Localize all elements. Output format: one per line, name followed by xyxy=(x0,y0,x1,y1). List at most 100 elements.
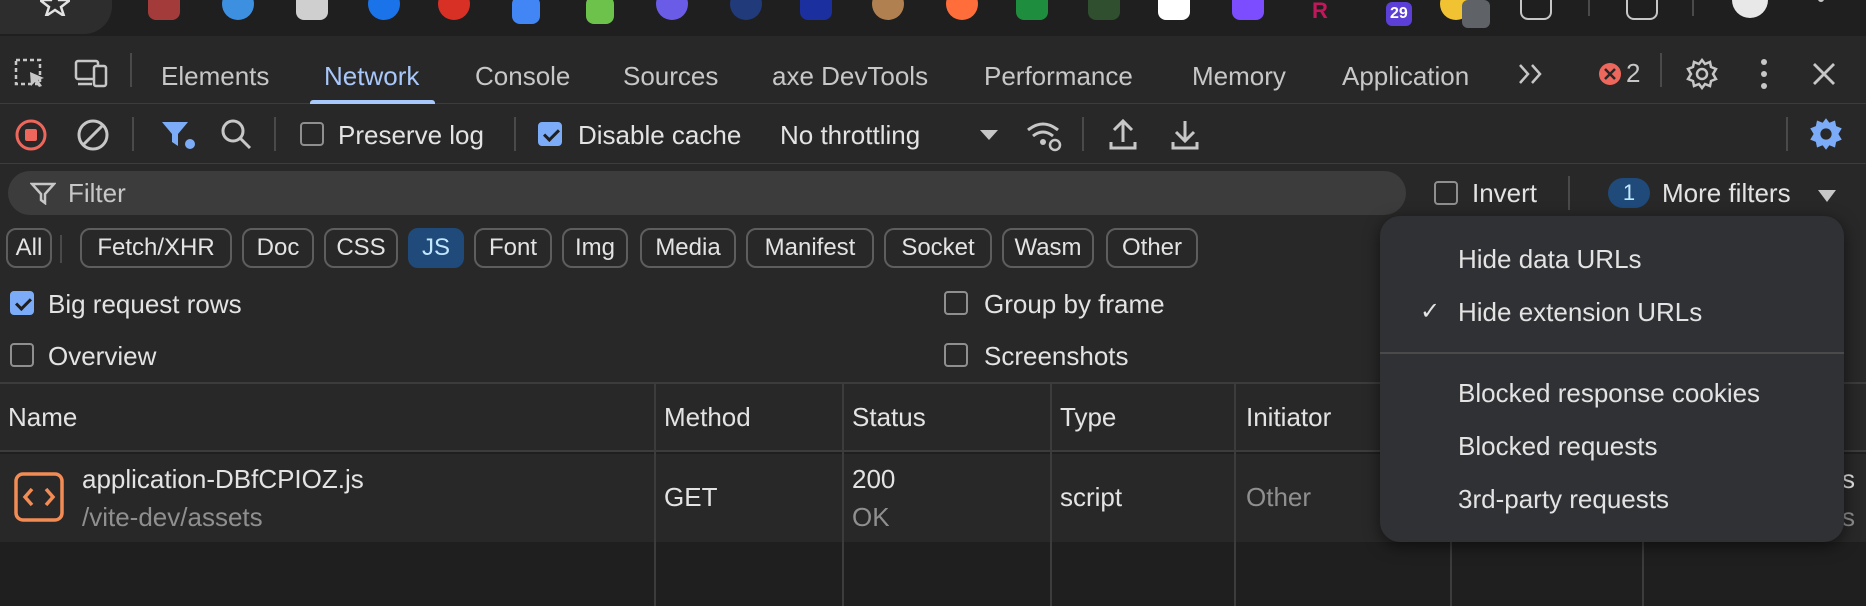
script-file-icon xyxy=(14,472,64,522)
chip-wasm[interactable]: Wasm xyxy=(1002,228,1094,268)
column-header-type[interactable]: Type xyxy=(1060,402,1116,432)
chip-all[interactable]: All xyxy=(6,228,52,268)
chip-font[interactable]: Font xyxy=(474,228,552,268)
tab-application[interactable]: Application xyxy=(1342,36,1469,104)
tab-axe-devtools[interactable]: axe DevTools xyxy=(772,36,928,104)
search-icon[interactable] xyxy=(220,118,252,152)
reading-list-icon[interactable] xyxy=(1626,0,1658,20)
menu-item-third-party-requests[interactable]: 3rd-party requests xyxy=(1458,484,1669,514)
chip-doc[interactable]: Doc xyxy=(242,228,314,268)
extension-icon[interactable] xyxy=(1088,0,1120,20)
chip-fetch-xhr[interactable]: Fetch/XHR xyxy=(80,228,232,268)
chip-socket[interactable]: Socket xyxy=(884,228,992,268)
divider xyxy=(1588,0,1590,16)
preserve-log-label[interactable]: Preserve log xyxy=(338,120,484,150)
column-divider[interactable] xyxy=(1234,384,1236,606)
column-header-initiator[interactable]: Initiator xyxy=(1246,402,1331,432)
menu-item-hide-data-urls[interactable]: Hide data URLs xyxy=(1458,244,1642,274)
invert-checkbox[interactable] xyxy=(1434,181,1458,205)
error-count[interactable]: 2 xyxy=(1626,58,1640,88)
extension-icon[interactable] xyxy=(656,0,688,20)
tab-elements[interactable]: Elements xyxy=(161,36,269,104)
chip-media[interactable]: Media xyxy=(640,228,736,268)
extension-icon[interactable] xyxy=(586,0,614,24)
extension-icon[interactable]: R xyxy=(1304,0,1336,23)
extension-icon[interactable] xyxy=(296,0,328,20)
extension-icon[interactable] xyxy=(222,0,254,20)
chevron-down-icon[interactable] xyxy=(1818,190,1836,202)
extension-icon[interactable] xyxy=(800,0,832,20)
clear-icon[interactable] xyxy=(76,118,110,152)
throttling-select[interactable]: No throttling xyxy=(780,120,920,150)
kebab-menu-icon[interactable] xyxy=(1818,0,1824,2)
extensions-puzzle-icon[interactable] xyxy=(1520,0,1552,20)
tab-sources[interactable]: Sources xyxy=(623,36,718,104)
column-divider[interactable] xyxy=(1050,384,1052,606)
chip-other[interactable]: Other xyxy=(1106,228,1198,268)
extension-icon[interactable] xyxy=(946,0,978,20)
error-icon[interactable] xyxy=(1598,62,1622,86)
column-divider[interactable] xyxy=(842,384,844,606)
screenshots-checkbox[interactable] xyxy=(944,343,968,367)
big-request-rows-label[interactable]: Big request rows xyxy=(48,289,242,319)
extension-icon[interactable] xyxy=(438,0,470,20)
network-conditions-icon[interactable] xyxy=(1026,118,1062,152)
extension-icon[interactable] xyxy=(730,0,762,20)
big-request-rows-checkbox[interactable] xyxy=(10,291,34,315)
divider xyxy=(132,117,134,151)
column-header-status[interactable]: Status xyxy=(852,402,926,432)
import-har-icon[interactable] xyxy=(1108,118,1138,152)
disable-cache-label[interactable]: Disable cache xyxy=(578,120,741,150)
preserve-log-checkbox[interactable] xyxy=(300,122,324,146)
extension-icon[interactable] xyxy=(1016,0,1048,20)
chip-css[interactable]: CSS xyxy=(324,228,398,268)
menu-item-hide-extension-urls[interactable]: Hide extension URLs xyxy=(1458,297,1702,327)
tab-memory[interactable]: Memory xyxy=(1192,36,1286,104)
chip-manifest[interactable]: Manifest xyxy=(746,228,874,268)
extension-icon[interactable] xyxy=(148,0,180,20)
more-filters-button[interactable]: More filters xyxy=(1662,178,1791,208)
screenshots-label[interactable]: Screenshots xyxy=(984,341,1129,371)
overview-checkbox[interactable] xyxy=(10,343,34,367)
extension-icon[interactable] xyxy=(1158,0,1190,20)
chip-img[interactable]: Img xyxy=(562,228,628,268)
menu-item-blocked-requests[interactable]: Blocked requests xyxy=(1458,431,1657,461)
customize-menu-icon[interactable] xyxy=(1760,58,1768,90)
network-toolbar: Preserve log Disable cache No throttling xyxy=(0,104,1866,164)
bookmark-star-icon[interactable] xyxy=(40,0,70,16)
filter-input[interactable] xyxy=(68,176,1368,210)
avatar[interactable] xyxy=(1732,0,1768,18)
column-header-method[interactable]: Method xyxy=(664,402,751,432)
disable-cache-checkbox[interactable] xyxy=(538,122,562,146)
chevron-down-icon[interactable] xyxy=(980,130,998,140)
chip-js[interactable]: JS xyxy=(408,228,464,268)
extension-icon[interactable] xyxy=(872,0,904,20)
tab-performance[interactable]: Performance xyxy=(984,36,1133,104)
export-har-icon[interactable] xyxy=(1170,118,1200,152)
invert-label[interactable]: Invert xyxy=(1472,178,1537,208)
extension-icon[interactable] xyxy=(1232,0,1264,20)
filter-funnel-icon[interactable] xyxy=(160,118,196,152)
filter-box xyxy=(8,171,1406,215)
extension-icon[interactable] xyxy=(512,0,540,24)
menu-item-blocked-response-cookies[interactable]: Blocked response cookies xyxy=(1458,378,1760,408)
stop-recording-icon[interactable] xyxy=(14,118,48,152)
settings-gear-icon[interactable] xyxy=(1686,58,1718,90)
tab-network[interactable]: Network xyxy=(309,36,436,104)
more-tabs-chevron-icon[interactable] xyxy=(1518,63,1546,85)
group-by-frame-label[interactable]: Group by frame xyxy=(984,289,1165,319)
close-icon[interactable] xyxy=(1462,0,1490,28)
request-status-text: OK xyxy=(852,502,890,532)
inspect-element-icon[interactable] xyxy=(14,58,48,88)
overview-label[interactable]: Overview xyxy=(48,341,156,371)
network-settings-gear-icon[interactable] xyxy=(1808,116,1844,152)
request-name[interactable]: application-DBfCPIOZ.js xyxy=(82,464,364,494)
tab-console[interactable]: Console xyxy=(475,36,570,104)
close-devtools-icon[interactable] xyxy=(1812,62,1836,86)
extension-icon[interactable] xyxy=(368,0,400,20)
column-header-name[interactable]: Name xyxy=(8,402,77,432)
group-by-frame-checkbox[interactable] xyxy=(944,291,968,315)
device-toolbar-icon[interactable] xyxy=(74,58,108,88)
request-status-code: 200 xyxy=(852,464,896,494)
column-divider[interactable] xyxy=(654,384,656,606)
